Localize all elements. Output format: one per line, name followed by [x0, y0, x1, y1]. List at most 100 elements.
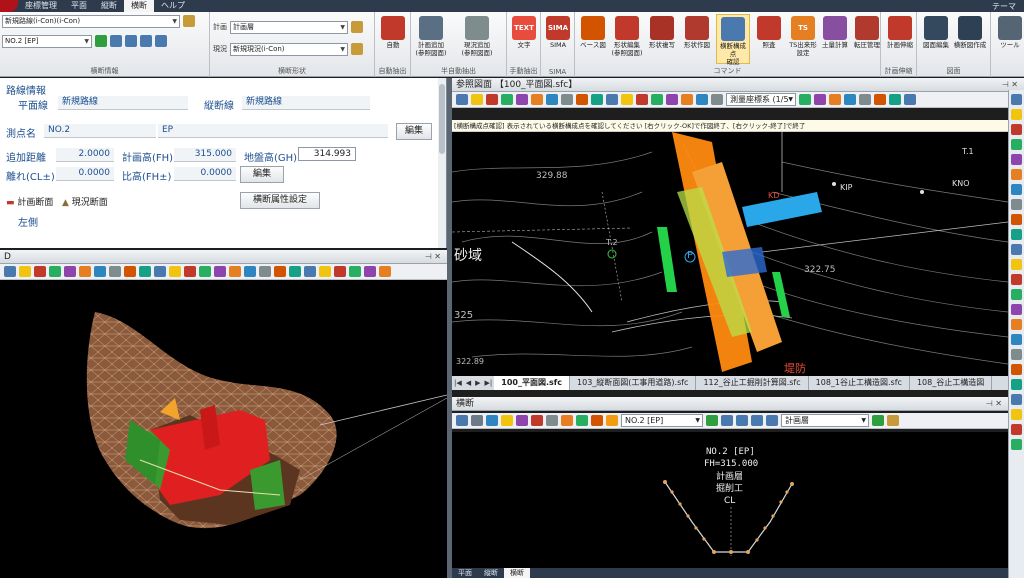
- view-icon[interactable]: [1011, 334, 1022, 345]
- section-icon[interactable]: [79, 266, 91, 277]
- edit-icon[interactable]: [874, 94, 886, 105]
- zoom-icon[interactable]: [154, 266, 166, 277]
- light-icon[interactable]: [169, 266, 181, 277]
- menu-item-profile[interactable]: 縦断: [94, 0, 124, 12]
- menu-item-plan[interactable]: 平面: [64, 0, 94, 12]
- measure-icon[interactable]: [516, 415, 528, 426]
- scale-icon[interactable]: [561, 94, 573, 105]
- doc-tab[interactable]: 108_1谷止工構造図.sfc: [809, 376, 910, 390]
- layer-icon[interactable]: [349, 266, 361, 277]
- grid-icon[interactable]: [289, 266, 301, 277]
- first-station-icon[interactable]: [110, 35, 122, 47]
- tab-plan-section[interactable]: ▬ 計画断面: [6, 195, 53, 208]
- xsec-station-combo[interactable]: NO.2 [EP]: [621, 414, 703, 427]
- ribbon-command-button[interactable]: ベース図: [576, 14, 610, 64]
- measure-icon[interactable]: [364, 266, 376, 277]
- view-icon[interactable]: [1011, 184, 1022, 195]
- ribbon-command-button[interactable]: 自動: [376, 14, 410, 64]
- ribbon-command-button[interactable]: 計画伸縮: [883, 14, 917, 64]
- station-combo[interactable]: NO.2 [EP]: [2, 34, 92, 48]
- delete-icon[interactable]: [34, 266, 46, 277]
- prev-station-icon[interactable]: [736, 415, 748, 426]
- line-icon[interactable]: [531, 415, 543, 426]
- zoom-icon[interactable]: [1011, 94, 1022, 105]
- scale-icon[interactable]: [109, 266, 121, 277]
- add-icon[interactable]: [872, 415, 884, 426]
- view-tab-plan[interactable]: 平面: [452, 568, 478, 578]
- section-icon[interactable]: [379, 266, 391, 277]
- view-icon[interactable]: [546, 94, 558, 105]
- ribbon-command-button[interactable]: 転圧管理: [850, 14, 884, 64]
- ribbon-command-button[interactable]: ツール: [993, 14, 1024, 64]
- layer-icon[interactable]: [1011, 289, 1022, 300]
- plan-layer-combo[interactable]: 計画層: [230, 20, 348, 34]
- zoom-icon[interactable]: [304, 266, 316, 277]
- tab-prev-icon[interactable]: ◀: [464, 379, 473, 387]
- refresh-icon[interactable]: [486, 415, 498, 426]
- delete-icon[interactable]: [636, 94, 648, 105]
- measure-icon[interactable]: [814, 94, 826, 105]
- zoom-icon[interactable]: [606, 94, 618, 105]
- plan-view-canvas[interactable]: 329.88 322.75 325 322.89 砂域 T.2 P KD KIP…: [452, 132, 1008, 376]
- section-icon[interactable]: [531, 94, 543, 105]
- grid-icon[interactable]: [1011, 229, 1022, 240]
- zoom-icon[interactable]: [456, 94, 468, 105]
- ribbon-command-button[interactable]: 照査: [752, 14, 786, 64]
- light-icon[interactable]: [1011, 409, 1022, 420]
- pencil-icon[interactable]: [351, 21, 363, 33]
- scroll-thumb[interactable]: [439, 84, 445, 154]
- menu-item-coords[interactable]: 座標管理: [18, 0, 64, 12]
- edit-icon[interactable]: [124, 266, 136, 277]
- report-icon[interactable]: [606, 415, 618, 426]
- delete-icon[interactable]: [1011, 424, 1022, 435]
- ribbon-command-button[interactable]: 現況追加 (参照図面): [460, 14, 494, 64]
- doc-tab[interactable]: 103_縦断面図(工事用道路).sfc: [570, 376, 697, 390]
- ribbon-command-button[interactable]: SIMA SIMA: [541, 14, 575, 64]
- light-icon[interactable]: [471, 94, 483, 105]
- scale-icon[interactable]: [1011, 349, 1022, 360]
- section-icon[interactable]: [829, 94, 841, 105]
- measure-icon[interactable]: [666, 94, 678, 105]
- doc-tab[interactable]: 112_谷止工掘削計算図.sfc: [696, 376, 809, 390]
- add-station-icon[interactable]: [95, 35, 107, 47]
- layer-icon[interactable]: [49, 266, 61, 277]
- next-station-icon[interactable]: [140, 35, 152, 47]
- delete-icon[interactable]: [1011, 124, 1022, 135]
- zoom-icon[interactable]: [4, 266, 16, 277]
- search-icon[interactable]: [471, 415, 483, 426]
- measure-icon[interactable]: [64, 266, 76, 277]
- menu-item-cross[interactable]: 横断: [124, 0, 154, 12]
- route-combo[interactable]: 新規路線(i-Con)(i-Con): [2, 14, 180, 28]
- layer-icon[interactable]: [651, 94, 663, 105]
- section-icon[interactable]: [1011, 169, 1022, 180]
- view3d-canvas[interactable]: [0, 280, 447, 578]
- layer-icon[interactable]: [199, 266, 211, 277]
- delete-icon[interactable]: [1011, 274, 1022, 285]
- edit-icon[interactable]: [591, 415, 603, 426]
- delete-icon[interactable]: [184, 266, 196, 277]
- view-icon[interactable]: [244, 266, 256, 277]
- view-tab-profile[interactable]: 縦断: [478, 568, 504, 578]
- ribbon-command-button[interactable]: TEXT 文字: [507, 14, 541, 64]
- zoom-icon[interactable]: [456, 415, 468, 426]
- section-icon[interactable]: [1011, 319, 1022, 330]
- scale-icon[interactable]: [546, 415, 558, 426]
- section-icon[interactable]: [561, 415, 573, 426]
- grid-icon[interactable]: [591, 94, 603, 105]
- light-icon[interactable]: [1011, 109, 1022, 120]
- cross-attr-button[interactable]: 横断属性設定: [240, 192, 320, 209]
- tab-next-icon[interactable]: ▶: [473, 379, 482, 387]
- next-station-icon[interactable]: [751, 415, 763, 426]
- xsec-layer-combo[interactable]: 計画層: [781, 414, 869, 427]
- light-icon[interactable]: [19, 266, 31, 277]
- ribbon-command-button[interactable]: 図面編集: [919, 14, 953, 64]
- grid-icon[interactable]: [1011, 379, 1022, 390]
- menu-item-help[interactable]: ヘルプ: [154, 0, 192, 12]
- scale-icon[interactable]: [859, 94, 871, 105]
- scale-icon[interactable]: [711, 94, 723, 105]
- edit-icon[interactable]: [1011, 364, 1022, 375]
- tab-current-section[interactable]: ▲ 現況断面: [62, 195, 108, 208]
- measure-icon[interactable]: [214, 266, 226, 277]
- theme-menu[interactable]: テーマ: [992, 1, 1024, 12]
- ribbon-command-button[interactable]: 形状複写: [645, 14, 679, 64]
